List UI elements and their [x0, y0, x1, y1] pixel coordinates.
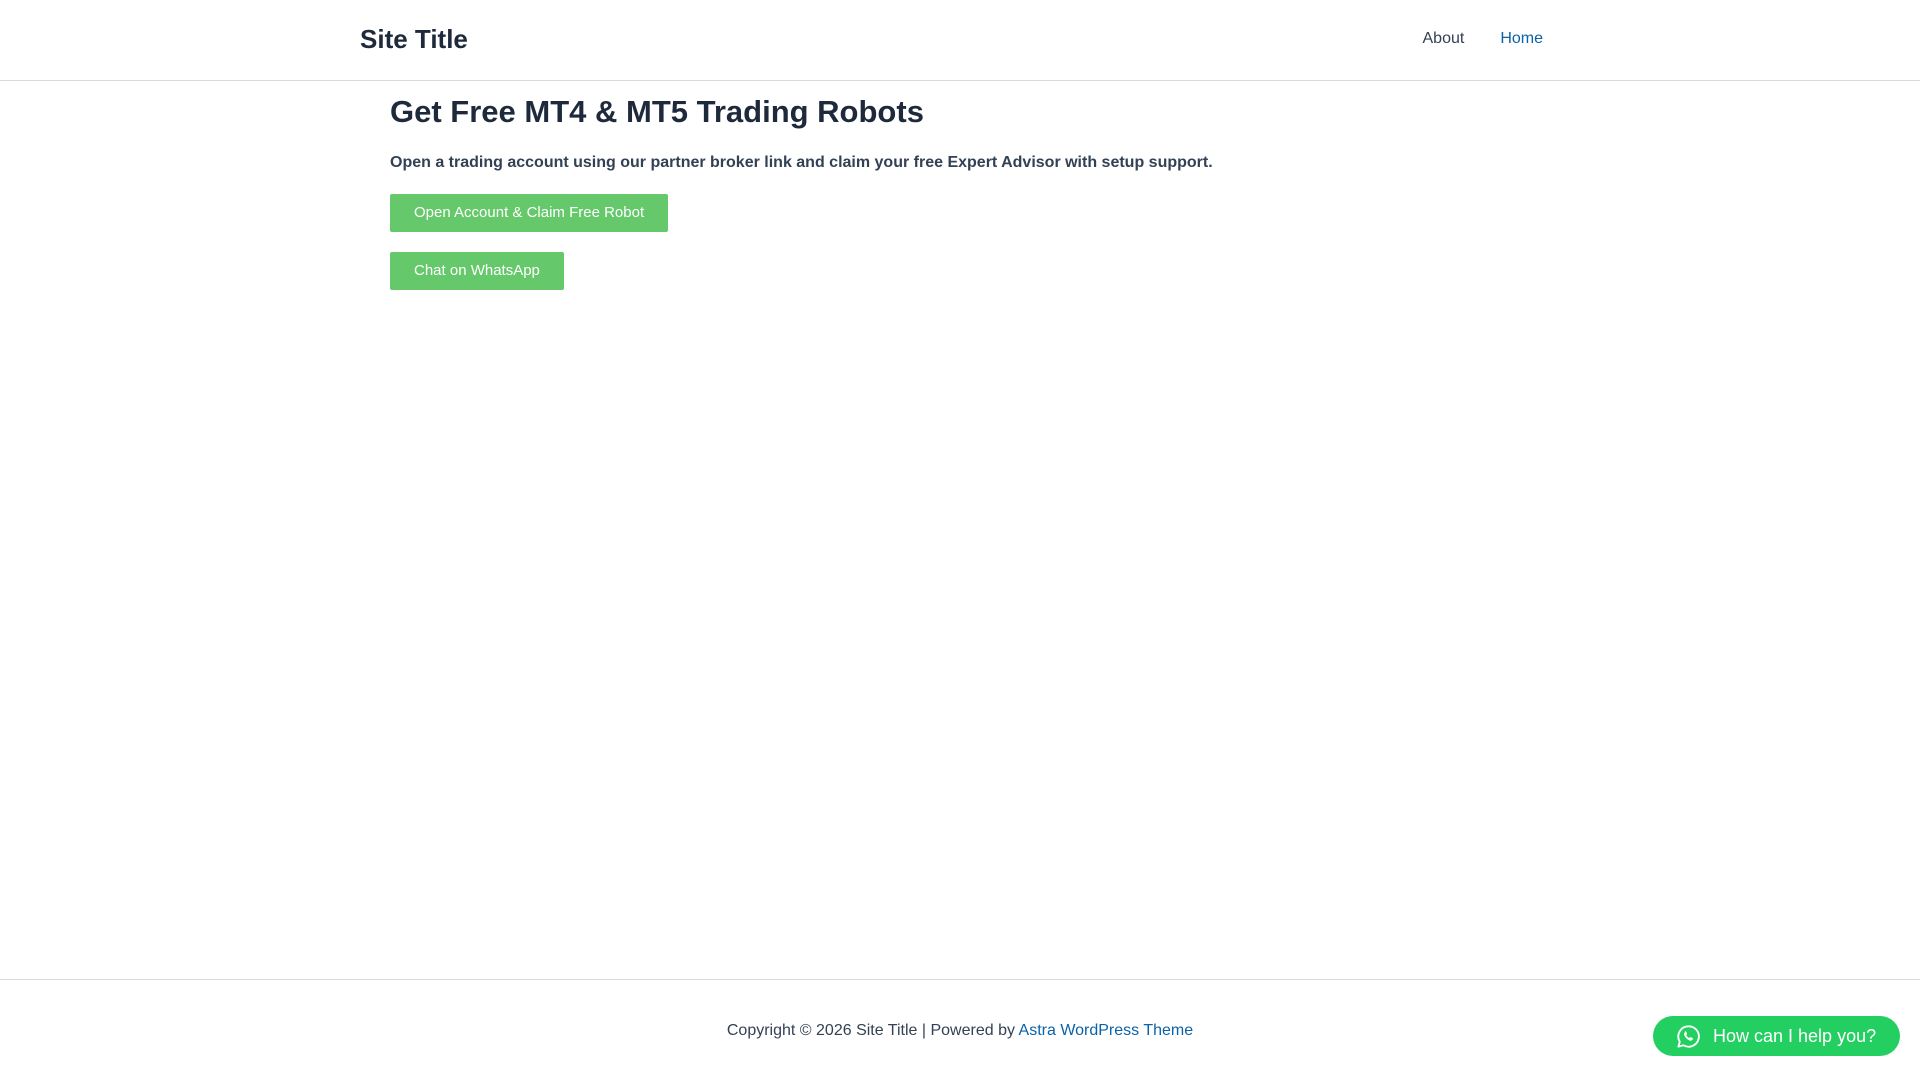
- site-title[interactable]: Site Title: [360, 22, 468, 56]
- whatsapp-widget-label: How can I help you?: [1713, 1026, 1877, 1046]
- chat-whatsapp-button[interactable]: Chat on WhatsApp: [390, 252, 564, 290]
- page-subtitle: Open a trading account using our partner…: [390, 154, 1213, 171]
- main-nav: About Home: [1423, 28, 1544, 50]
- open-account-button[interactable]: Open Account & Claim Free Robot: [390, 194, 669, 232]
- main-content: Get Free MT4 & MT5 Trading Robots Open a…: [390, 92, 1530, 290]
- page: Site Title About Home Get Free MT4 & MT5…: [0, 0, 1920, 1080]
- whatsapp-chat-widget[interactable]: How can I help you?: [1653, 1016, 1900, 1056]
- nav-item-about[interactable]: About: [1423, 28, 1465, 50]
- copyright-text: Copyright © 2026 Site Title | Powered by…: [0, 1020, 1920, 1042]
- nav-item-home[interactable]: Home: [1500, 28, 1543, 50]
- copyright-prefix: Copyright © 2026 Site Title | Powered by: [726, 1022, 1019, 1039]
- theme-link[interactable]: Astra WordPress Theme: [1019, 1022, 1194, 1039]
- site-footer: Copyright © 2026 Site Title | Powered by…: [0, 979, 1920, 1080]
- site-header: Site Title About Home: [0, 0, 1920, 81]
- whatsapp-icon: [1677, 1024, 1700, 1048]
- page-title: Get Free MT4 & MT5 Trading Robots: [390, 94, 924, 129]
